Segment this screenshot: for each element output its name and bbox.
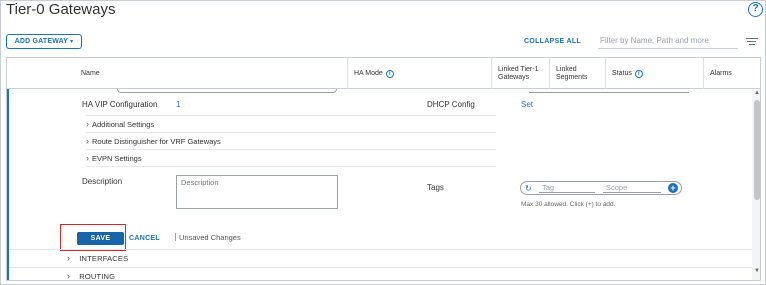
info-icon[interactable]: i [385,69,394,78]
collapse-all-button[interactable]: COLLAPSE ALL [524,38,581,45]
chevron-right-icon: › [86,136,89,146]
column-toggle-icon[interactable] [746,38,758,47]
row-divider [9,267,753,268]
chevron-right-icon: › [67,271,71,281]
add-tag-icon[interactable]: + [668,183,678,193]
section-evpn-settings[interactable]: › EVPN Settings [86,153,142,163]
column-header-status[interactable]: Status i [605,58,703,89]
scroll-up-icon[interactable]: ▲ [754,90,760,96]
scope-input[interactable] [603,183,661,193]
chevron-right-icon: › [86,153,89,163]
gateways-table: Name HA Mode i Linked Tier-1 Gateways Lin… [6,57,761,281]
chevron-right-icon: › [67,253,71,263]
tag-input-group: ↻ + [520,181,682,195]
dhcp-config-label: DHCP Config [427,100,475,109]
row-divider [9,249,753,250]
add-gateway-label: ADD GATEWAY [14,38,69,45]
scrollbar-thumb[interactable] [754,100,760,200]
description-label: Description [82,177,123,186]
cancel-button[interactable]: CANCEL [129,235,160,242]
info-icon[interactable]: i [634,69,643,78]
chevron-right-icon: › [86,119,89,129]
tag-icon: ↻ [525,184,532,193]
column-header-alarms[interactable]: Alarms [703,58,760,89]
page-title: Tier-0 Gateways [6,1,116,18]
column-header-linked-segments[interactable]: Linked Segments [549,58,605,89]
divider [86,149,496,150]
help-icon[interactable]: ? [748,2,763,17]
divider [86,115,496,116]
description-field[interactable] [176,175,338,209]
ha-vip-label: HA VIP Configuration [82,100,158,109]
divider [86,166,496,167]
tags-label: Tags [427,183,444,192]
tags-hint: Max 30 allowed. Click (+) to add. [521,201,616,208]
row-routing[interactable]: › ROUTING [67,271,115,281]
section-additional-settings[interactable]: › Additional Settings [86,119,154,129]
divider [86,132,496,133]
column-header-name[interactable]: Name [75,58,347,89]
section-route-distinguisher[interactable]: › Route Distinguisher for VRF Gateways [86,136,221,146]
column-header-ha-mode[interactable]: HA Mode i [347,58,491,89]
tag-input[interactable] [539,183,595,193]
gateway-edit-panel: HA VIP Configuration 1 DHCP Config Set ›… [7,89,753,281]
chevron-down-icon: ▾ [70,39,74,45]
dhcp-config-link[interactable]: Set [521,100,533,109]
dropdown-stub [117,89,337,93]
scroll-down-icon[interactable]: ▼ [754,268,760,274]
unsaved-changes: Unsaved Changes [175,233,241,242]
save-button[interactable]: SAVE [77,232,124,245]
field-stub [529,89,689,93]
add-gateway-button[interactable]: ADD GATEWAY ▾ [6,34,82,49]
ha-vip-link[interactable]: 1 [176,100,180,109]
column-header-linked-tier1[interactable]: Linked Tier-1 Gateways [491,58,549,89]
table-header: Name HA Mode i Linked Tier-1 Gateways Lin… [7,58,760,89]
row-interfaces[interactable]: › INTERFACES [67,253,128,263]
filter-input[interactable] [598,33,738,49]
